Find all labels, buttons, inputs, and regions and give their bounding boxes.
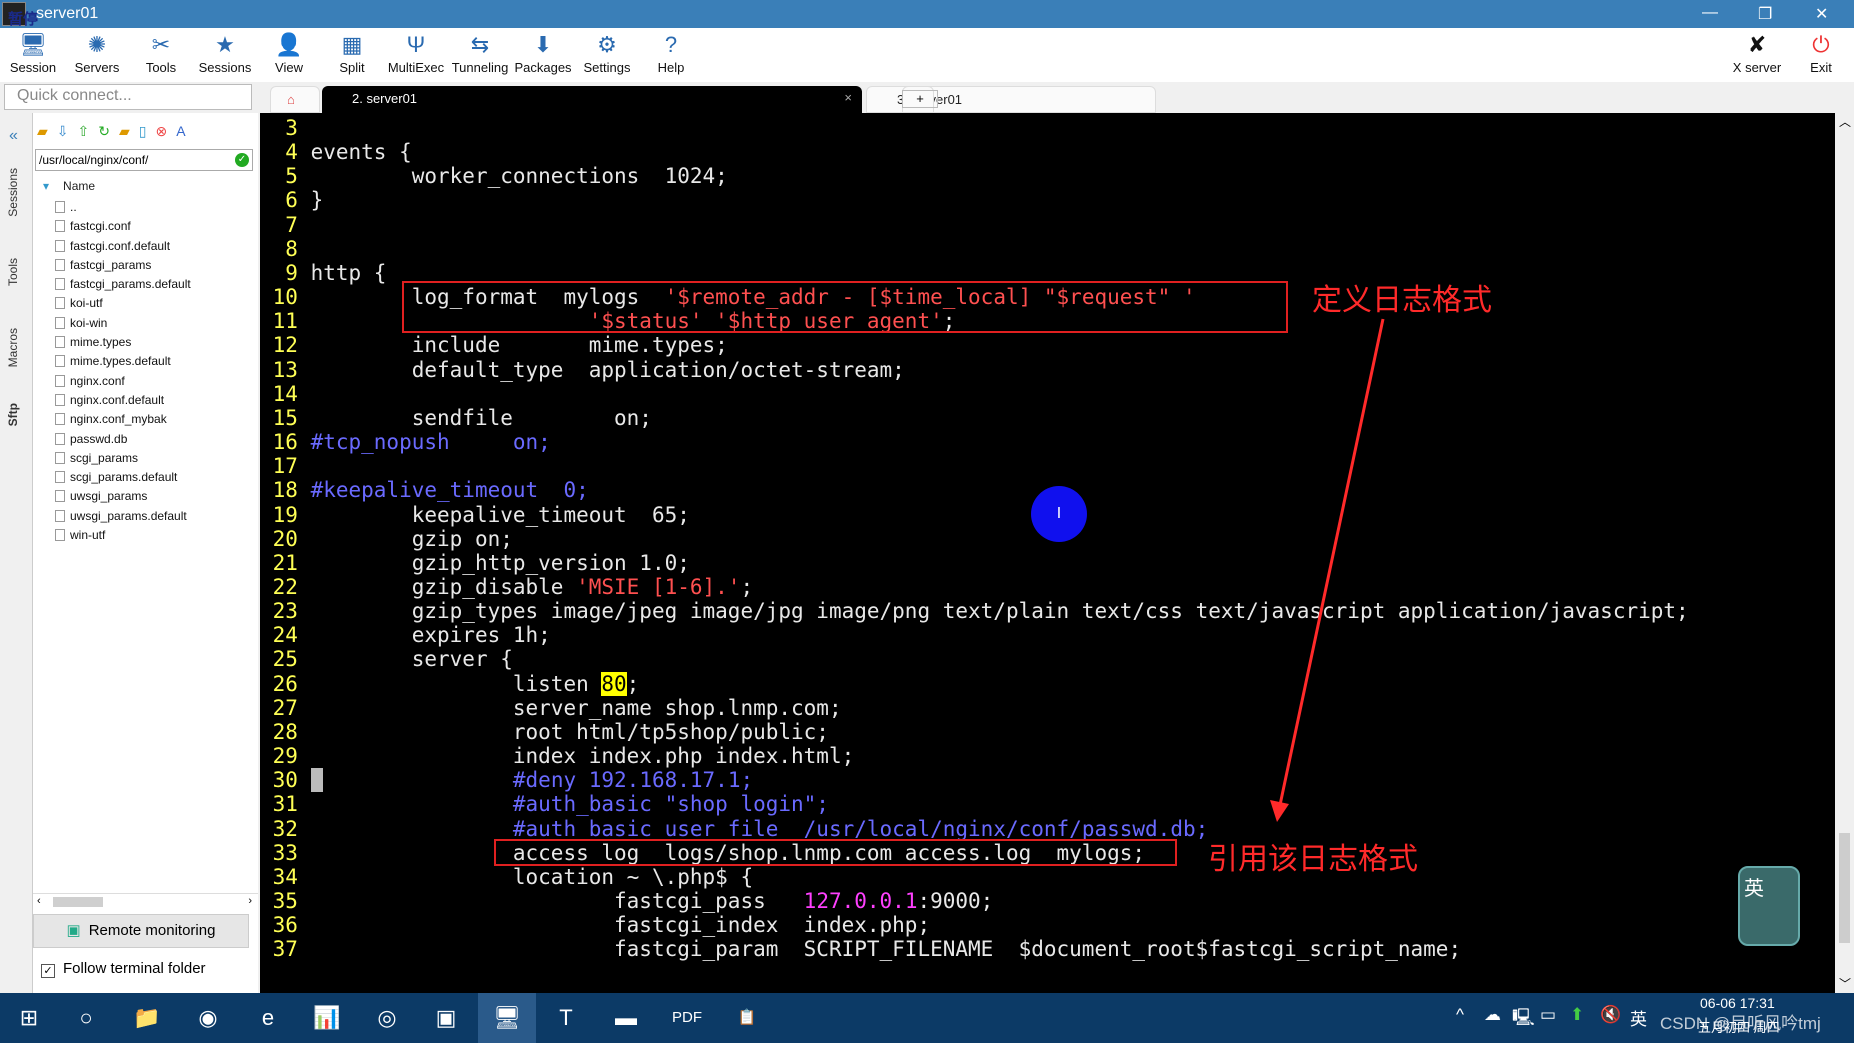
tray-update-icon[interactable]: ⬆ xyxy=(1570,1005,1584,1025)
arrow-head xyxy=(1270,800,1289,822)
watermark: CSDN @目听风吟tmj xyxy=(1660,1014,1821,1033)
taskbar-app-icon[interactable]: ◎ xyxy=(358,993,416,1043)
tray-battery-icon[interactable]: ▭ xyxy=(1540,1005,1556,1025)
taskbar-app-icon[interactable]: T xyxy=(537,993,595,1043)
taskbar-app-icon[interactable]: ○ xyxy=(57,993,115,1043)
taskbar: ^ ☁ 🖳 ▭ ⬆ 🔇 英 06-06 17:31 五月初四 周四 CSDN @… xyxy=(0,993,1854,1043)
tray-network-icon[interactable]: 🖳 xyxy=(1512,1005,1535,1034)
tray-mute-icon[interactable]: 🔇 xyxy=(1600,1005,1621,1025)
taskbar-app-icon[interactable]: 📁 xyxy=(118,993,176,1043)
taskbar-app-icon[interactable]: ▣ xyxy=(417,993,475,1043)
taskbar-app-icon[interactable]: 🖥 xyxy=(478,993,536,1043)
annotation-arrow xyxy=(1270,318,1385,822)
mouse-cursor-indicator: I xyxy=(1031,486,1087,542)
taskbar-app-icon[interactable]: 📊 xyxy=(298,993,356,1043)
taskbar-app-icon[interactable]: 📋 xyxy=(718,993,776,1043)
taskbar-app-icon[interactable]: ▬ xyxy=(597,993,655,1043)
tray-overflow-icon[interactable]: ^ xyxy=(1456,1005,1464,1025)
taskbar-app-icon[interactable]: ⊞ xyxy=(0,993,58,1043)
taskbar-app-icon[interactable]: e xyxy=(239,993,297,1043)
tray-language[interactable]: 英 xyxy=(1630,1005,1647,1030)
taskbar-app-icon[interactable]: ◉ xyxy=(179,993,237,1043)
ime-widget[interactable]: 英 xyxy=(1738,866,1800,946)
tray-weather-icon[interactable]: ☁ xyxy=(1484,1005,1501,1025)
taskbar-app-icon[interactable]: PDF xyxy=(658,993,716,1043)
